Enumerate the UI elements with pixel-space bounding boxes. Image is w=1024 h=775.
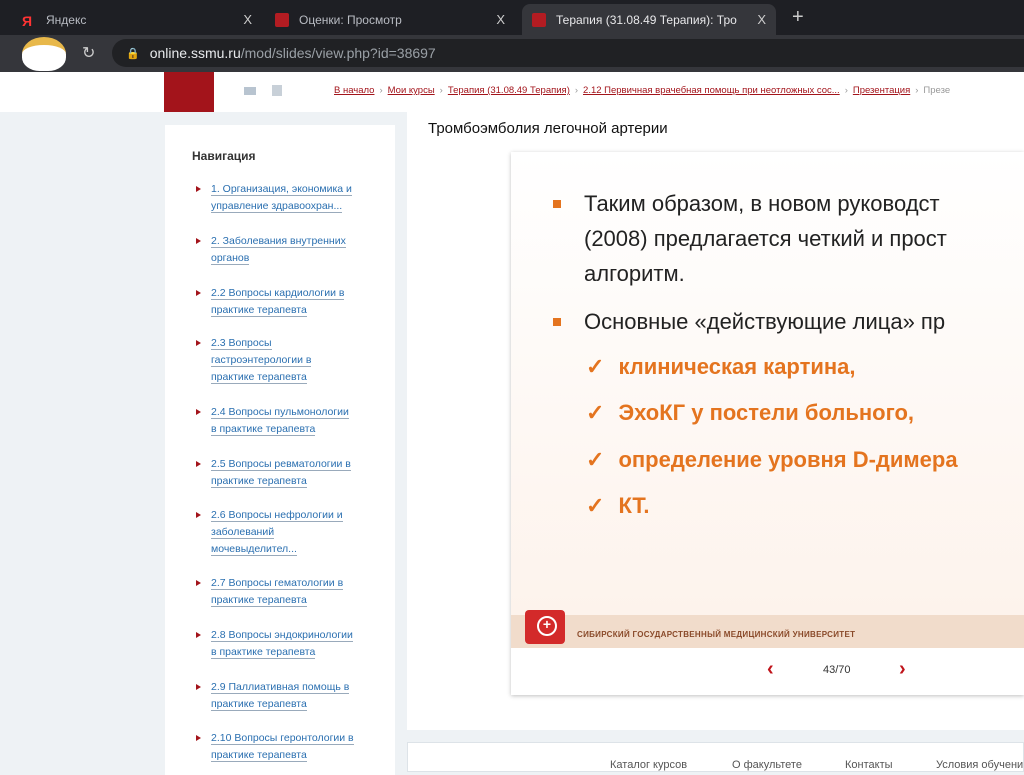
slide-text: Основные «действующие лица» пр [584,309,946,334]
crumb-section[interactable]: 2.12 Первичная врачебная помощь при неот… [583,85,840,96]
sidebar-item[interactable]: 2.10 Вопросы геронтологии в практике тера… [193,730,383,764]
check-item: ✓ клиническая картина, [586,354,856,379]
footer-link-terms[interactable]: Условия обучени [936,759,1023,771]
sidebar-item-label: 2. Заболевания внутренних [211,235,346,248]
sidebar-item[interactable]: 2.2 Вопросы кардиологии в практике терапе… [193,285,383,319]
main-content: Тромбоэмболия легочной артерии Таким обр… [407,112,1024,730]
sidebar-item-label: мочевыделител... [211,543,297,556]
sidebar-item[interactable]: 2.7 Вопросы гематологии в практике терапе… [193,575,383,609]
sidebar-item-label: 2.4 Вопросы пульмонологии [211,406,349,419]
footer-link-catalog[interactable]: Каталог курсов [610,759,687,771]
sidebar-item[interactable]: 2.5 Вопросы ревматологии в практике терап… [193,456,383,490]
sidebar-item-label: в практике терапевта [211,646,316,659]
yandex-icon: Я [22,12,33,29]
sidebar-item[interactable]: 2.3 Вопросы гастроэнтерологии в практике т… [193,335,383,386]
slide-pager: ‹ 43/70 › [511,648,1024,695]
sidebar-item-label: 2.8 Вопросы эндокринологии [211,629,353,642]
crumb-presentation[interactable]: Презентация [853,85,910,96]
sidebar-item-label: заболеваний [211,526,275,539]
slide: Таким образом, в новом руководст (2008) … [511,152,1024,695]
university-name: СИБИРСКИЙ ГОСУДАРСТВЕННЫЙ МЕДИЦИНСКИЙ УН… [577,630,856,639]
slide-body: Таким образом, в новом руководст (2008) … [511,152,1024,615]
breadcrumb: В начало › Мои курсы › Терапия (31.08.49 Тер… [334,85,951,96]
check-icon: ✓ [586,447,605,472]
check-item: ✓ определение уровня D-димера [586,447,958,472]
sidebar-item-label: органов [211,252,250,265]
prev-slide-button[interactable]: ‹ [767,658,774,681]
sidebar-item[interactable]: 2.9 Паллиативная помощь в практике терапе… [193,679,383,713]
sidebar-item-label: практике терапевта [211,304,307,317]
check-item: ✓ КТ. [586,493,650,518]
sidebar-item-label: гастроэнтерологии в [211,354,312,367]
page-counter: 43/70 [823,664,851,676]
crumb-current: Презе [923,85,951,96]
slide-text: (2008) предлагается четкий и прост [584,226,947,251]
sidebar-item[interactable]: 2.6 Вопросы нефрологии и заболеваний мочев… [193,507,383,558]
tab-grades[interactable]: Оценки: Просмотр X [265,4,515,35]
first-aid-kit-icon [525,610,565,644]
sidebar-item-label: практике терапевта [211,698,307,711]
sidebar-item-label: 1. Организация, экономика и [211,183,352,196]
calendar-icon[interactable] [272,85,282,96]
sidebar-item[interactable]: 2. Заболевания внутренних органов [193,233,383,267]
footer-link-contacts[interactable]: Контакты [845,759,893,771]
sidebar-item-label: практике терапевта [211,594,307,607]
slide-text: алгоритм. [584,261,685,286]
sidebar-item-label: 2.10 Вопросы геронтологии в [211,732,354,745]
sidebar-item-label: практике терапевта [211,371,307,384]
tab-bar: Я Яндекс X Оценки: Просмотр X Терапия (31.0… [0,0,1024,35]
url-input[interactable]: 🔒 online.ssmu.ru/mod/slides/view.php?id=3… [112,39,1024,67]
crumb-home[interactable]: В начало [334,85,374,96]
slide-text: Таким образом, в новом руководст [584,191,940,216]
check-icon: ✓ [586,400,605,425]
sidebar-item[interactable]: 2.4 Вопросы пульмонологии в практике тера… [193,404,383,438]
sidebar-item-label: 2.9 Паллиативная помощь в [211,681,350,694]
sidebar-item-label: 2.5 Вопросы ревматологии в [211,458,351,471]
site-footer: Каталог курсов О факультете Контакты Усл… [407,742,1024,772]
sidebar-item-label: 2.3 Вопросы [211,337,272,350]
lock-icon: 🔒 [126,47,140,60]
address-bar: ↻ 🔒 online.ssmu.ru/mod/slides/view.php?id… [0,35,1024,72]
tab-yandex[interactable]: Я Яндекс X [12,4,262,35]
sidebar-item-label: 2.7 Вопросы гематологии в [211,577,344,590]
mail-icon[interactable] [244,87,256,95]
bullet-icon [553,318,561,326]
close-icon[interactable]: X [243,12,252,27]
crumb-course[interactable]: Терапия (31.08.49 Терапия) [448,85,570,96]
check-icon: ✓ [586,493,605,518]
reload-icon[interactable]: ↻ [82,43,95,63]
sidebar-item-label: в практике терапевта [211,423,316,436]
check-item: ✓ ЭхоКГ у постели больного, [586,400,914,425]
footer-link-about[interactable]: О факультете [732,759,802,771]
sidebar-item-label: практике терапевта [211,475,307,488]
sidebar-item-label: 2.2 Вопросы кардиологии в [211,287,345,300]
close-icon[interactable]: X [496,12,505,27]
check-icon: ✓ [586,354,605,379]
page-title: Тромбоэмболия легочной артерии [428,120,668,137]
crumb-my-courses[interactable]: Мои курсы [388,85,435,96]
avatar [22,37,66,71]
sidebar-item-label: практике терапевта [211,749,307,762]
ssmu-icon [275,12,289,27]
next-slide-button[interactable]: › [899,658,906,681]
close-icon[interactable]: X [757,12,766,27]
tab-therapy[interactable]: Терапия (31.08.49 Терапия): Тро X [522,4,776,35]
ssmu-icon [532,12,546,27]
university-logo[interactable] [164,72,214,112]
sidebar-item[interactable]: 2.8 Вопросы эндокринологии в практике тер… [193,627,383,661]
sidebar-item[interactable]: 1. Организация, экономика и управление зд… [193,181,383,215]
navigation-title: Навигация [192,149,256,163]
sidebar-item-label: 2.6 Вопросы нефрологии и [211,509,343,522]
new-tab-button[interactable]: + [792,6,804,29]
navigation-block: Навигация 1. Организация, экономика и упр… [165,125,395,775]
bullet-icon [553,200,561,208]
sidebar-item-label: управление здравоохран... [211,200,343,213]
